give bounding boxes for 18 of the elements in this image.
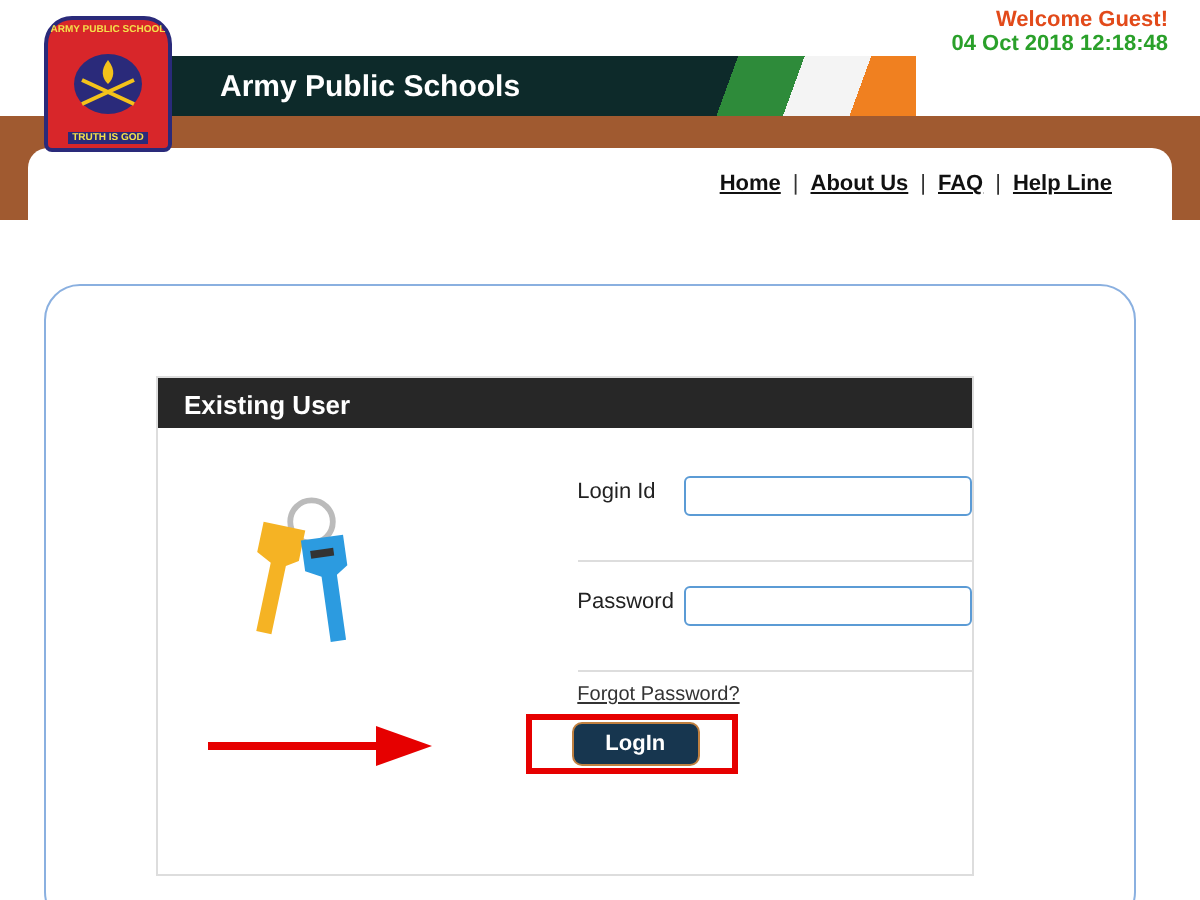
- nav-separator: |: [920, 172, 926, 196]
- nav-link[interactable]: Home: [719, 172, 781, 196]
- forgot-password-link[interactable]: Forgot Password?: [577, 684, 740, 706]
- date-time: 04 Oct 2018 12:18:48: [951, 32, 1168, 56]
- input-field[interactable]: [684, 586, 972, 626]
- nav-separator: |: [792, 172, 799, 196]
- field-label: Login Id: [577, 478, 656, 504]
- nav-link[interactable]: FAQ: [938, 172, 984, 196]
- torch-icon: [68, 52, 148, 116]
- input-field[interactable]: [684, 476, 972, 516]
- login-button[interactable]: LogIn: [571, 722, 700, 766]
- welcome-text: Welcome Guest!: [996, 8, 1168, 32]
- nav-separator: |: [995, 172, 1001, 196]
- field-label: Password: [577, 588, 674, 614]
- banner-title: Army Public Schools: [220, 69, 521, 103]
- nav-link[interactable]: Help Line: [1012, 172, 1112, 196]
- nav-link[interactable]: About Us: [810, 172, 909, 196]
- login-header: Existing User: [158, 378, 972, 428]
